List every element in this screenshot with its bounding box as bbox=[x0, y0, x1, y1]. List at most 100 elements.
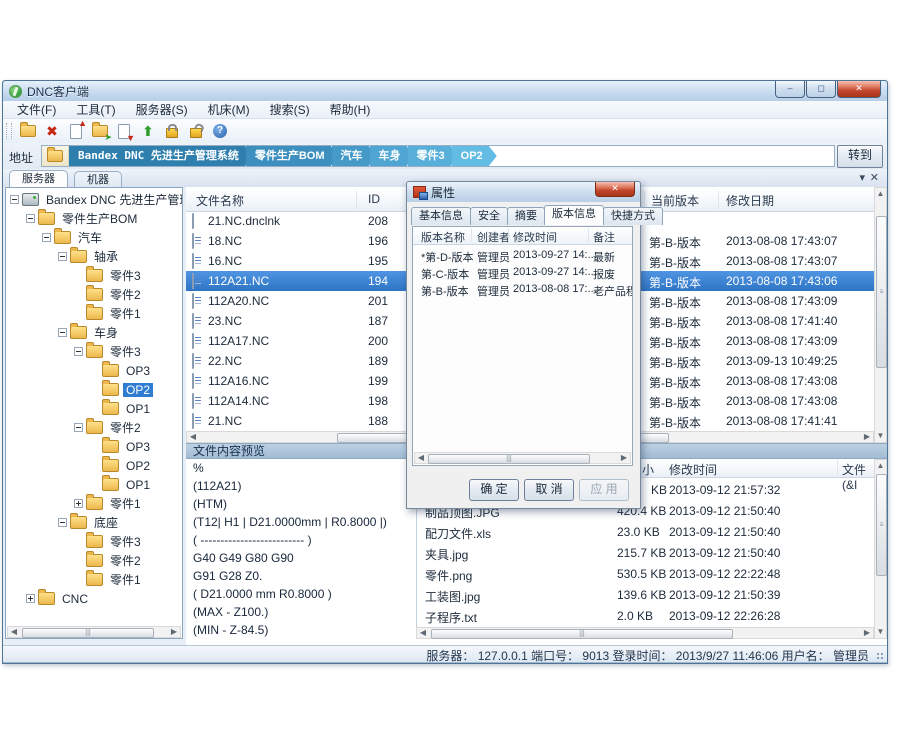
dialog-title: 属性 bbox=[431, 184, 455, 201]
menu-item-3[interactable]: 机床(M) bbox=[198, 100, 260, 119]
tree-item-Bandex DNC 先进生产管理系统[interactable]: Bandex DNC 先进生产管理系统 bbox=[6, 190, 183, 209]
unlock-icon[interactable] bbox=[186, 122, 206, 140]
tree-item-零件2[interactable]: 零件2 bbox=[6, 551, 183, 570]
panel-pin-icon[interactable]: ▾ bbox=[859, 171, 865, 184]
lock-icon[interactable] bbox=[162, 122, 182, 140]
tree-item-汽车[interactable]: 汽车 bbox=[6, 228, 183, 247]
file-list-vscrollbar[interactable]: ▲ ▼ ≡ bbox=[874, 187, 887, 443]
vcol-time[interactable]: 修改时间 bbox=[513, 229, 557, 245]
collapse-icon[interactable] bbox=[74, 423, 83, 432]
collapse-icon[interactable] bbox=[10, 195, 19, 204]
tree-item-零件3[interactable]: 零件3 bbox=[6, 532, 183, 551]
breadcrumb-segment-1[interactable]: 零件生产BOM bbox=[246, 146, 339, 166]
version-row[interactable]: 第-B-版本管理员2013-08-08 17:...老产品程序 bbox=[413, 281, 632, 298]
expand-icon[interactable] bbox=[26, 594, 35, 603]
panel-close-icon[interactable]: ✕ bbox=[870, 171, 879, 184]
version-row[interactable]: 第-C-版本管理员2013-09-27 14:...报废 bbox=[413, 264, 632, 281]
dialog-close-button[interactable]: ✕ bbox=[595, 182, 635, 197]
collapse-icon[interactable] bbox=[74, 347, 83, 356]
vcol-note[interactable]: 备注 bbox=[593, 229, 615, 245]
tree-item-零件3[interactable]: 零件3 bbox=[6, 266, 183, 285]
menu-item-1[interactable]: 工具(T) bbox=[66, 100, 125, 119]
version-row[interactable]: *第-D-版本管理员2013-09-27 14:...最新 bbox=[413, 247, 632, 264]
tab-机器[interactable]: 机器 bbox=[74, 171, 122, 188]
tree-item-零件生产BOM[interactable]: 零件生产BOM bbox=[6, 209, 183, 228]
attachment-size: 23.0 KB bbox=[617, 525, 660, 539]
dialog-tab-摘要[interactable]: 摘要 bbox=[507, 207, 545, 225]
tree-item-CNC[interactable]: CNC bbox=[6, 589, 183, 608]
tree-item-OP1[interactable]: OP1 bbox=[6, 399, 183, 418]
upload-icon[interactable]: ⬆ bbox=[138, 122, 158, 140]
server-tree-panel: Bandex DNC 先进生产管理系统零件生产BOM汽车轴承零件3零件2零件1车… bbox=[5, 187, 183, 639]
attachment-row[interactable]: 零件.png530.5 KB2013-09-12 22:22:48 bbox=[417, 563, 874, 584]
help-icon[interactable]: ? bbox=[210, 122, 230, 140]
collapse-icon[interactable] bbox=[58, 328, 67, 337]
version-cell: 2013-08-08 17:... bbox=[513, 283, 597, 295]
close-button[interactable]: ✕ bbox=[837, 81, 881, 98]
collapse-icon[interactable] bbox=[58, 252, 67, 261]
dialog-tab-版本信息[interactable]: 版本信息 bbox=[544, 205, 604, 225]
expand-icon[interactable] bbox=[74, 499, 83, 508]
address-folder-icon bbox=[42, 146, 69, 166]
delete-icon[interactable]: ✖ bbox=[42, 122, 62, 140]
file-version: 第-B-版本 bbox=[649, 314, 701, 331]
go-button[interactable]: 转到 bbox=[837, 145, 883, 168]
cancel-button[interactable]: 取 消 bbox=[524, 479, 574, 501]
address-field[interactable]: Bandex DNC 先进生产管理系统零件生产BOM汽车车身零件3OP2 bbox=[41, 145, 835, 167]
tree-item-零件2[interactable]: 零件2 bbox=[6, 418, 183, 437]
attachment-row[interactable]: 夹具.jpg215.7 KB2013-09-12 21:50:40 bbox=[417, 542, 874, 563]
breadcrumb-segment-4[interactable]: 零件3 bbox=[408, 146, 459, 166]
attachment-row[interactable]: 配刀文件.xls23.0 KB2013-09-12 21:50:40 bbox=[417, 521, 874, 542]
attachment-row[interactable]: 子程序.txt2.0 KB2013-09-12 22:26:28 bbox=[417, 605, 874, 626]
col-file-name[interactable]: 文件名称 bbox=[196, 192, 244, 209]
menu-item-0[interactable]: 文件(F) bbox=[7, 100, 66, 119]
tree-item-OP1[interactable]: OP1 bbox=[6, 475, 183, 494]
col-id[interactable]: ID bbox=[368, 192, 380, 206]
collapse-icon[interactable] bbox=[26, 214, 35, 223]
collapse-icon[interactable] bbox=[58, 518, 67, 527]
dialog-tab-安全[interactable]: 安全 bbox=[470, 207, 508, 225]
vcol-name[interactable]: 版本名称 bbox=[421, 229, 465, 245]
file-id: 196 bbox=[368, 234, 388, 248]
tree-item-零件1[interactable]: 零件1 bbox=[6, 304, 183, 323]
attachment-vscrollbar[interactable]: ▲ ▼ ≡ bbox=[874, 459, 887, 639]
tree-hscrollbar[interactable]: ◀ ▶ ||| bbox=[7, 626, 181, 638]
maximize-button[interactable]: ◻ bbox=[806, 81, 836, 98]
dialog-tab-基本信息[interactable]: 基本信息 bbox=[411, 207, 471, 225]
menu-item-5[interactable]: 帮助(H) bbox=[320, 100, 381, 119]
resize-grip[interactable] bbox=[876, 652, 884, 660]
tab-服务器[interactable]: 服务器 bbox=[9, 170, 68, 188]
ok-button[interactable]: 确 定 bbox=[469, 479, 519, 501]
dialog-hscrollbar[interactable]: ◀ ▶ ||| bbox=[414, 452, 631, 464]
tree-item-OP3[interactable]: OP3 bbox=[6, 437, 183, 456]
checkin-file-icon[interactable]: ▲ bbox=[66, 122, 86, 140]
vcol-creator[interactable]: 创建者 bbox=[477, 229, 510, 245]
breadcrumb-segment-5[interactable]: OP2 bbox=[452, 146, 497, 166]
collapse-icon[interactable] bbox=[42, 233, 51, 242]
file-name: 112A21.NC bbox=[208, 274, 269, 288]
send-folder-icon[interactable]: ➤ bbox=[90, 122, 110, 140]
menu-item-2[interactable]: 服务器(S) bbox=[126, 100, 198, 119]
tree-item-底座[interactable]: 底座 bbox=[6, 513, 183, 532]
checkout-file-icon[interactable]: ▼ bbox=[114, 122, 134, 140]
tree-item-零件1[interactable]: 零件1 bbox=[6, 494, 183, 513]
tree-item-零件1[interactable]: 零件1 bbox=[6, 570, 183, 589]
breadcrumb-segment-0[interactable]: Bandex DNC 先进生产管理系统 bbox=[69, 146, 253, 166]
file-id: 200 bbox=[368, 334, 388, 348]
col-modified-date[interactable]: 修改日期 bbox=[726, 192, 774, 209]
attachment-hscrollbar[interactable]: ◀ ▶ ||| bbox=[416, 627, 874, 639]
tree-item-OP2[interactable]: OP2 bbox=[6, 456, 183, 475]
tree-item-轴承[interactable]: 轴承 bbox=[6, 247, 183, 266]
minimize-button[interactable]: – bbox=[775, 81, 805, 98]
col-modified-time[interactable]: 修改时间 bbox=[669, 461, 717, 478]
status-text: 服务器： 127.0.0.1 端口号： 9013 登录时间： 2013/9/27… bbox=[426, 647, 869, 664]
attachment-row[interactable]: 工装图.jpg139.6 KB2013-09-12 21:50:39 bbox=[417, 584, 874, 605]
tree-item-零件3[interactable]: 零件3 bbox=[6, 342, 183, 361]
tree-item-零件2[interactable]: 零件2 bbox=[6, 285, 183, 304]
tree-item-OP3[interactable]: OP3 bbox=[6, 361, 183, 380]
new-folder-icon[interactable] bbox=[18, 122, 38, 140]
menu-item-4[interactable]: 搜索(S) bbox=[260, 100, 320, 119]
tree-item-车身[interactable]: 车身 bbox=[6, 323, 183, 342]
tree-item-OP2[interactable]: OP2 bbox=[6, 380, 183, 399]
dialog-tab-快捷方式[interactable]: 快捷方式 bbox=[603, 207, 663, 225]
